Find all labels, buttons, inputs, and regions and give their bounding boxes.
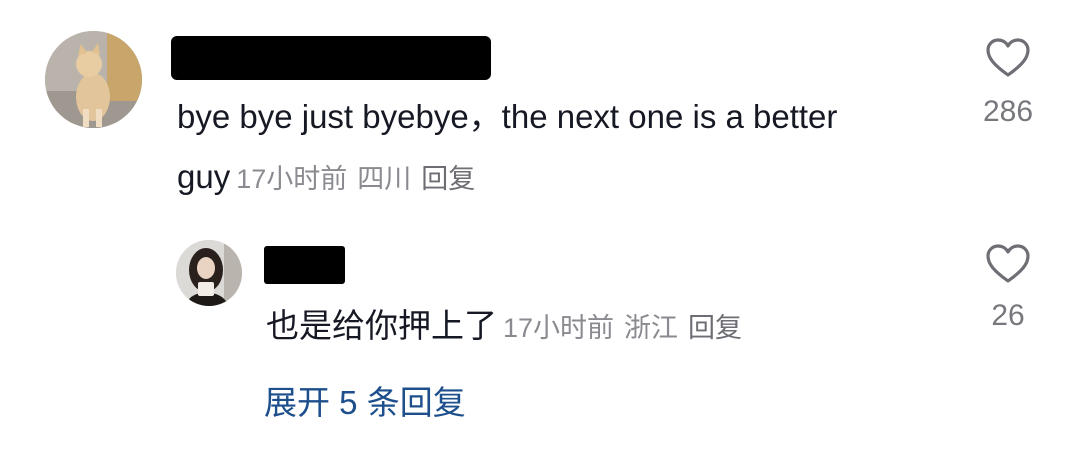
commenter-avatar[interactable] [45, 31, 142, 128]
comment-meta: 17小时前 四川 回复 [236, 164, 485, 194]
heart-outline-icon [986, 38, 1030, 77]
reply-text: 也是给你押上了 [266, 307, 497, 344]
reply-meta: 17小时前 浙江 回复 [503, 313, 752, 343]
cat-avatar-image [45, 31, 142, 128]
reply-button[interactable]: 回复 [421, 164, 475, 194]
person-avatar-image [176, 240, 242, 306]
comment-location: 四川 [357, 164, 412, 194]
like-button[interactable]: 286 [968, 38, 1048, 130]
reply-like-button[interactable]: 26 [968, 244, 1048, 334]
reply-time: 17小时前 [503, 313, 615, 343]
replier-avatar[interactable] [176, 240, 242, 306]
comment-time: 17小时前 [236, 164, 348, 194]
reply-reply-button[interactable]: 回复 [688, 313, 742, 343]
like-count: 286 [982, 95, 1034, 128]
heart-outline-icon [986, 244, 1030, 283]
comment-body: bye bye just byebye，the next one is a be… [177, 87, 907, 209]
replier-name-redacted[interactable] [264, 246, 345, 284]
commenter-name-redacted[interactable] [171, 36, 491, 80]
reply-like-count: 26 [991, 299, 1025, 332]
expand-replies-button[interactable]: 展开 5 条回复 [264, 381, 466, 425]
reply-location: 浙江 [624, 313, 679, 343]
reply-body: 也是给你押上了 17小时前 浙江 回复 [266, 296, 906, 358]
